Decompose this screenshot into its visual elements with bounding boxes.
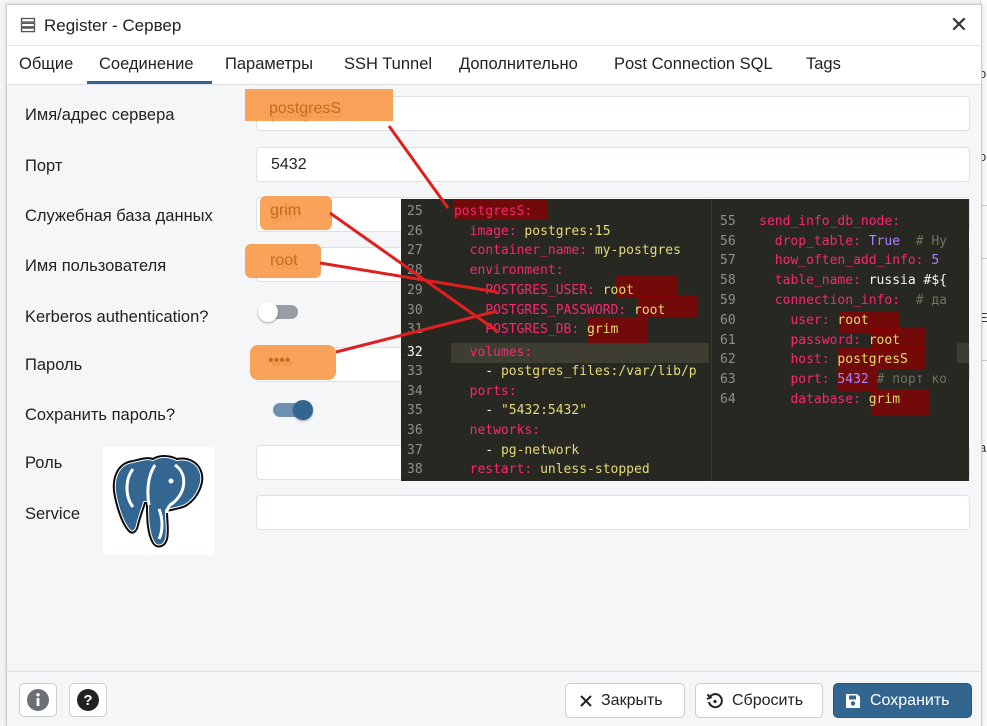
annotation-line-password	[335, 309, 498, 354]
annotation-line-host	[387, 125, 450, 209]
annotation-line-db	[329, 211, 498, 333]
annotation-lines	[319, 125, 498, 354]
